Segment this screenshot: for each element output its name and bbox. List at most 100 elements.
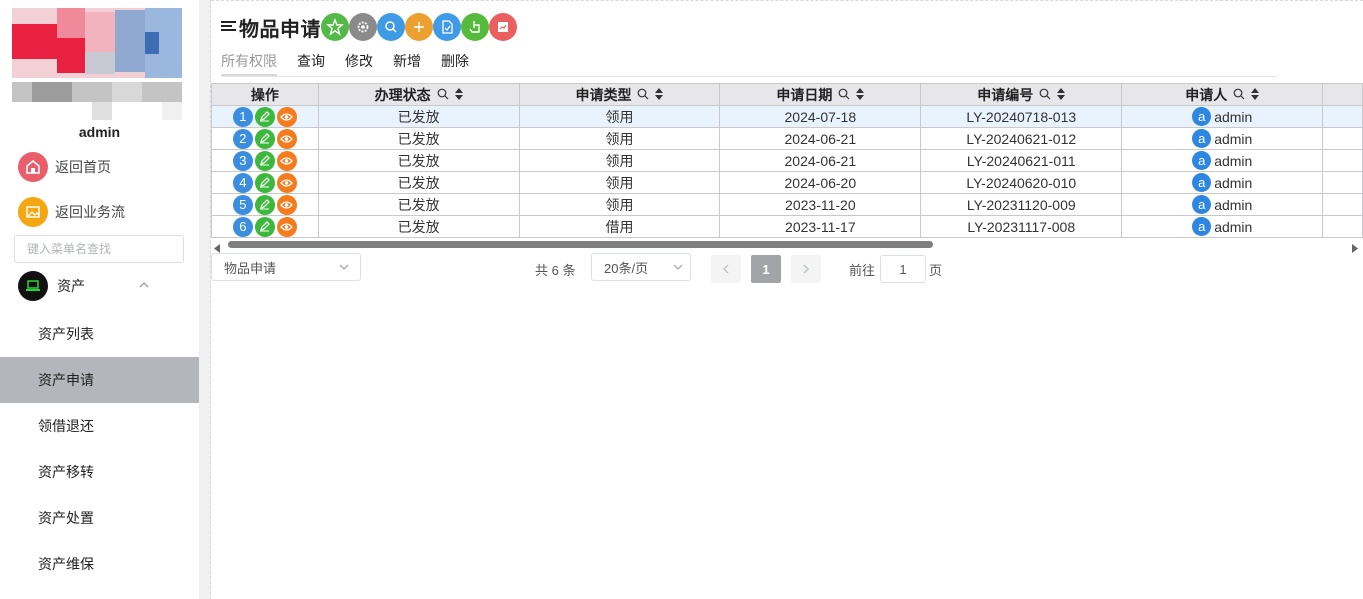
page-title: 物品申请 [239, 18, 321, 41]
cell-date: 2023-11-17 [719, 215, 922, 238]
splitter[interactable] [199, 0, 211, 599]
page-size-select[interactable]: 20条/页 [591, 253, 691, 281]
prev-page-button[interactable] [711, 255, 741, 283]
home-icon [18, 152, 48, 182]
sort-icon[interactable] [655, 87, 664, 103]
tab-delete[interactable]: 删除 [441, 51, 469, 76]
search-icon[interactable] [1233, 87, 1245, 103]
back-home-link[interactable]: 返回首页 [18, 151, 111, 183]
col-header-type[interactable]: 申请类型 [518, 83, 721, 106]
col-header-actions: 操作 [211, 83, 319, 106]
applicant-name: admin [1214, 108, 1253, 125]
cell-extra [1322, 105, 1363, 128]
avatar: a [1192, 173, 1212, 192]
menu-search-input[interactable] [14, 235, 184, 263]
document-icon[interactable] [433, 13, 461, 41]
sidebar-item-asset-apply[interactable]: 资产申请 [0, 357, 199, 403]
view-icon[interactable] [276, 150, 297, 171]
view-icon[interactable] [276, 106, 297, 127]
view-icon[interactable] [276, 194, 297, 215]
cell-date: 2024-06-21 [719, 127, 922, 150]
tab-edit[interactable]: 修改 [345, 51, 373, 76]
table-row[interactable]: 6 已发放 借用 2023-11-17 LY-20231117-008 a admin [211, 215, 1363, 238]
sidebar-item-asset-maintenance[interactable]: 资产维保 [0, 541, 199, 587]
col-header-date[interactable]: 申请日期 [719, 83, 922, 106]
sort-icon[interactable] [1057, 87, 1066, 103]
username: admin [78, 124, 121, 140]
edit-icon[interactable] [254, 216, 275, 237]
goto-page-input[interactable] [880, 255, 926, 283]
chart-icon[interactable] [489, 13, 517, 41]
hand-pointer-icon[interactable] [461, 13, 489, 41]
cell-status: 已发放 [317, 127, 520, 150]
cell-status: 已发放 [317, 105, 520, 128]
sidebar-item-asset-list[interactable]: 资产列表 [0, 311, 199, 357]
avatar: a [1192, 195, 1212, 214]
tab-all-permissions[interactable]: 所有权限 [221, 51, 277, 76]
search-icon[interactable] [377, 13, 405, 41]
edit-icon[interactable] [254, 106, 275, 127]
cell-extra [1322, 171, 1363, 194]
form-select[interactable]: 物品申请 [211, 253, 361, 281]
sort-icon[interactable] [454, 87, 463, 103]
sidebar-item-asset-transfer[interactable]: 资产移转 [0, 449, 199, 495]
table-row[interactable]: 3 已发放 领用 2024-06-21 LY-20240621-011 a admin [211, 149, 1363, 172]
col-header-applicant[interactable]: 申请人 [1121, 83, 1324, 106]
edit-icon[interactable] [254, 194, 275, 215]
menu-group-asset[interactable]: 资产 [18, 270, 158, 302]
cell-status: 已发放 [317, 171, 520, 194]
row-number[interactable]: 5 [232, 194, 253, 215]
avatar: a [1192, 151, 1212, 170]
cell-type: 领用 [518, 171, 721, 194]
sidebar-item-asset-disposal[interactable]: 资产处置 [0, 495, 199, 541]
row-actions: 4 [211, 171, 319, 194]
row-number[interactable]: 2 [232, 128, 253, 149]
table-row[interactable]: 1 已发放 领用 2024-07-18 LY-20240718-013 a admin [211, 105, 1363, 128]
col-header-code[interactable]: 申请编号 [920, 83, 1123, 106]
edit-icon[interactable] [254, 128, 275, 149]
table-row[interactable]: 5 已发放 领用 2023-11-20 LY-20231120-009 a admin [211, 193, 1363, 216]
star-icon[interactable] [321, 13, 349, 41]
cell-code: LY-20240718-013 [920, 105, 1123, 128]
tab-query[interactable]: 查询 [297, 51, 325, 76]
horizontal-scrollbar[interactable] [211, 238, 1363, 253]
sort-icon[interactable] [856, 87, 865, 103]
cell-extra [1322, 215, 1363, 238]
table-row[interactable]: 2 已发放 领用 2024-06-21 LY-20240621-012 a admin [211, 127, 1363, 150]
page-1-button[interactable]: 1 [751, 255, 781, 283]
edit-icon[interactable] [254, 172, 275, 193]
avatar: a [1192, 217, 1212, 236]
toolbar [321, 13, 517, 41]
tab-add[interactable]: 新增 [393, 51, 421, 76]
table-row[interactable]: 4 已发放 领用 2024-06-20 LY-20240620-010 a admin [211, 171, 1363, 194]
row-number[interactable]: 1 [232, 106, 253, 127]
chevron-up-icon[interactable] [138, 278, 150, 294]
cell-date: 2024-07-18 [719, 105, 922, 128]
view-icon[interactable] [276, 128, 297, 149]
gear-icon[interactable] [349, 13, 377, 41]
plus-icon[interactable] [405, 13, 433, 41]
row-number[interactable]: 3 [232, 150, 253, 171]
logo [12, 8, 182, 120]
search-icon[interactable] [437, 87, 449, 103]
sort-icon[interactable] [1251, 87, 1260, 103]
cell-extra [1322, 149, 1363, 172]
applicant-name: admin [1214, 152, 1253, 169]
scrollbar-thumb[interactable] [228, 241, 933, 248]
col-header-status[interactable]: 办理状态 [317, 83, 520, 106]
search-icon[interactable] [838, 87, 850, 103]
view-icon[interactable] [276, 216, 297, 237]
view-icon[interactable] [276, 172, 297, 193]
edit-icon[interactable] [254, 150, 275, 171]
back-workflow-label: 返回业务流 [55, 204, 125, 220]
next-page-button[interactable] [791, 255, 821, 283]
search-icon[interactable] [637, 87, 649, 103]
sidebar-item-borrow-return[interactable]: 领借退还 [0, 403, 199, 449]
cell-code: LY-20240621-011 [920, 149, 1123, 172]
list-icon [221, 19, 237, 36]
row-number[interactable]: 4 [232, 172, 253, 193]
row-number[interactable]: 6 [232, 216, 253, 237]
goto-label: 前往 [849, 263, 876, 278]
search-icon[interactable] [1039, 87, 1051, 103]
back-workflow-link[interactable]: 返回业务流 [18, 196, 125, 228]
